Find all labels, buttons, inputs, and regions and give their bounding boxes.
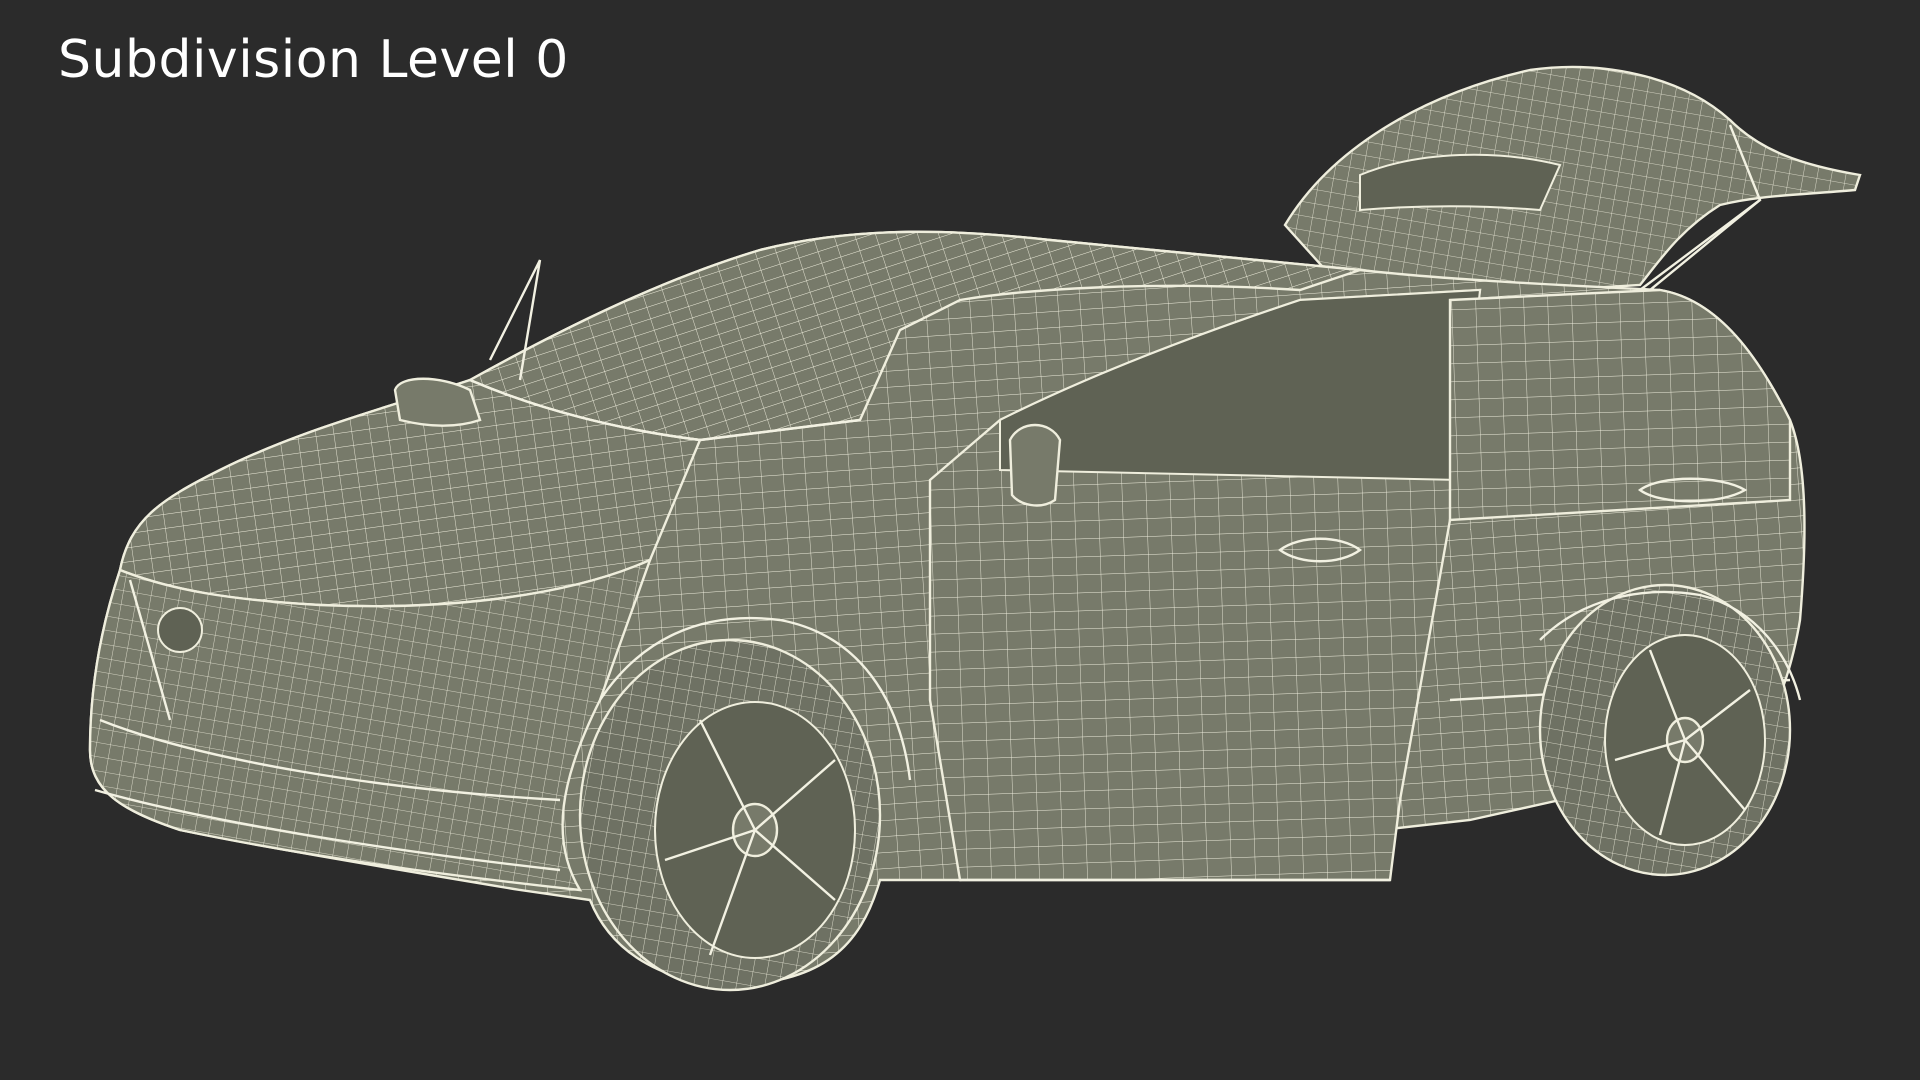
front-wheel [578,638,882,992]
rear-wheel [1538,583,1792,877]
tailgate [1283,65,1862,292]
emblem-icon [157,607,203,653]
viewport: Subdivision Level 0 [0,0,1920,1080]
car-wireframe-model [88,65,1862,992]
